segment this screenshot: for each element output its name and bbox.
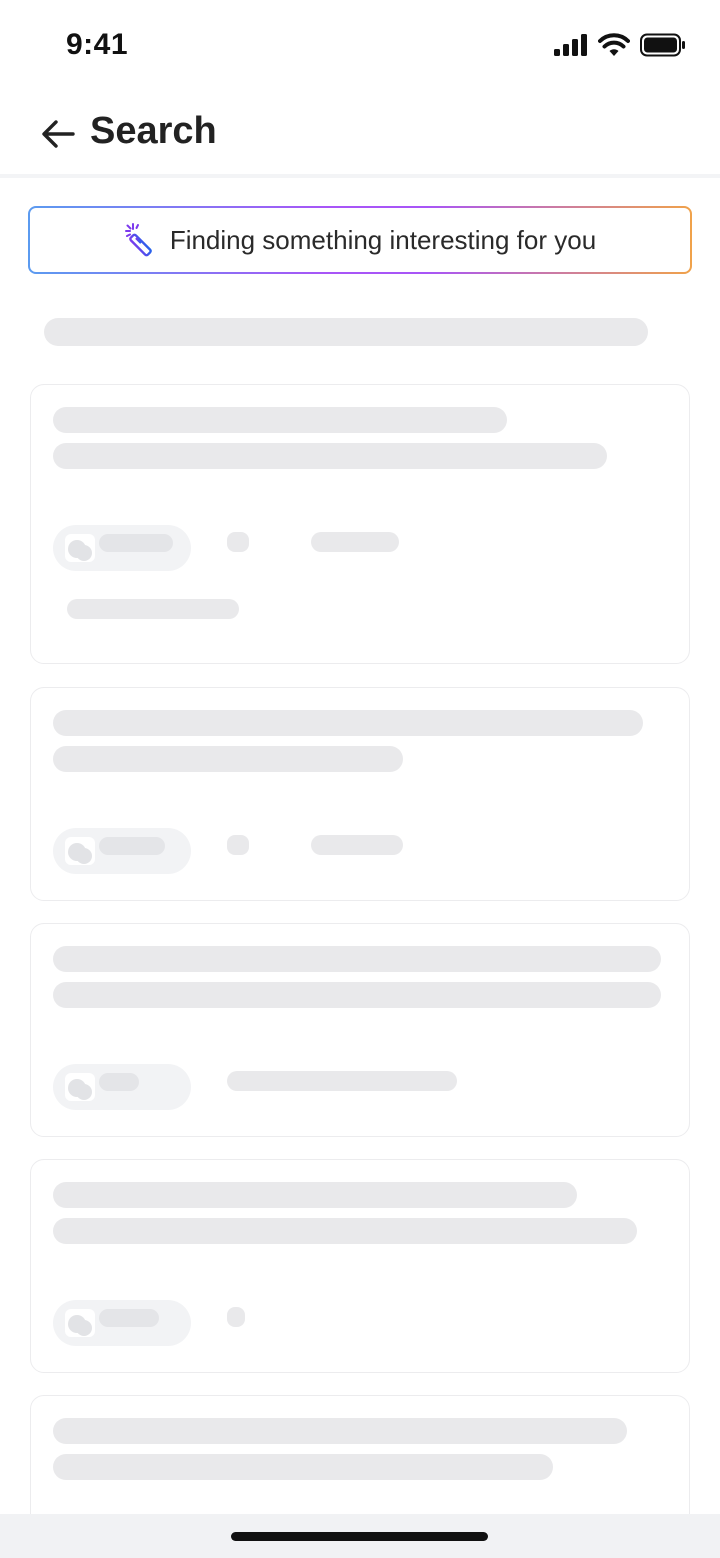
home-indicator[interactable] [231, 1532, 488, 1541]
skeleton-logo [65, 534, 95, 562]
skeleton-meta-bar [311, 532, 399, 552]
skeleton-result-card [30, 384, 690, 664]
skeleton-summary-line [44, 318, 648, 346]
wifi-icon [598, 33, 630, 56]
skeleton-logo [65, 1309, 95, 1337]
home-indicator-area [0, 1514, 720, 1558]
skeleton-source-pill [53, 1300, 191, 1346]
skeleton-source-label [99, 1073, 139, 1091]
skeleton-meta-bar [311, 835, 403, 855]
skeleton-source-label [99, 534, 173, 552]
back-button[interactable] [38, 114, 78, 154]
header-divider [0, 174, 720, 178]
skeleton-title-line [53, 407, 507, 433]
skeleton-title-line [53, 1418, 627, 1444]
status-bar: 9:41 [0, 0, 720, 92]
skeleton-logo [65, 837, 95, 865]
skeleton-title-line [53, 1182, 577, 1208]
status-time: 9:41 [66, 28, 129, 61]
skeleton-title-line [53, 982, 661, 1008]
ai-status-banner: Finding something interesting for you [28, 206, 692, 274]
skeleton-source-pill [53, 525, 191, 571]
skeleton-title-line [53, 443, 607, 469]
skeleton-result-card [30, 1159, 690, 1373]
skeleton-meta-dot [227, 532, 249, 552]
skeleton-source-pill [53, 828, 191, 874]
magic-wand-icon [124, 223, 152, 257]
status-icons [554, 30, 686, 60]
skeleton-meta-bar [67, 599, 239, 619]
skeleton-logo [65, 1073, 95, 1101]
skeleton-source-pill [53, 1064, 191, 1110]
skeleton-result-card [30, 923, 690, 1137]
skeleton-source-label [99, 1309, 159, 1327]
skeleton-meta-dot [227, 1307, 245, 1327]
skeleton-result-card [30, 687, 690, 901]
page-title: Search [90, 110, 217, 152]
skeleton-title-line [53, 1218, 637, 1244]
skeleton-meta-dot [227, 835, 249, 855]
ai-banner-text: Finding something interesting for you [169, 224, 597, 255]
skeleton-title-line [53, 746, 403, 772]
header: Search [0, 92, 720, 174]
skeleton-title-line [53, 710, 643, 736]
skeleton-title-line [53, 1454, 553, 1480]
skeleton-title-line [53, 946, 661, 972]
skeleton-meta-bar [227, 1071, 457, 1091]
skeleton-source-label [99, 837, 165, 855]
battery-icon [640, 33, 685, 57]
signal-icon [554, 34, 587, 56]
arrow-left-icon [42, 120, 75, 148]
